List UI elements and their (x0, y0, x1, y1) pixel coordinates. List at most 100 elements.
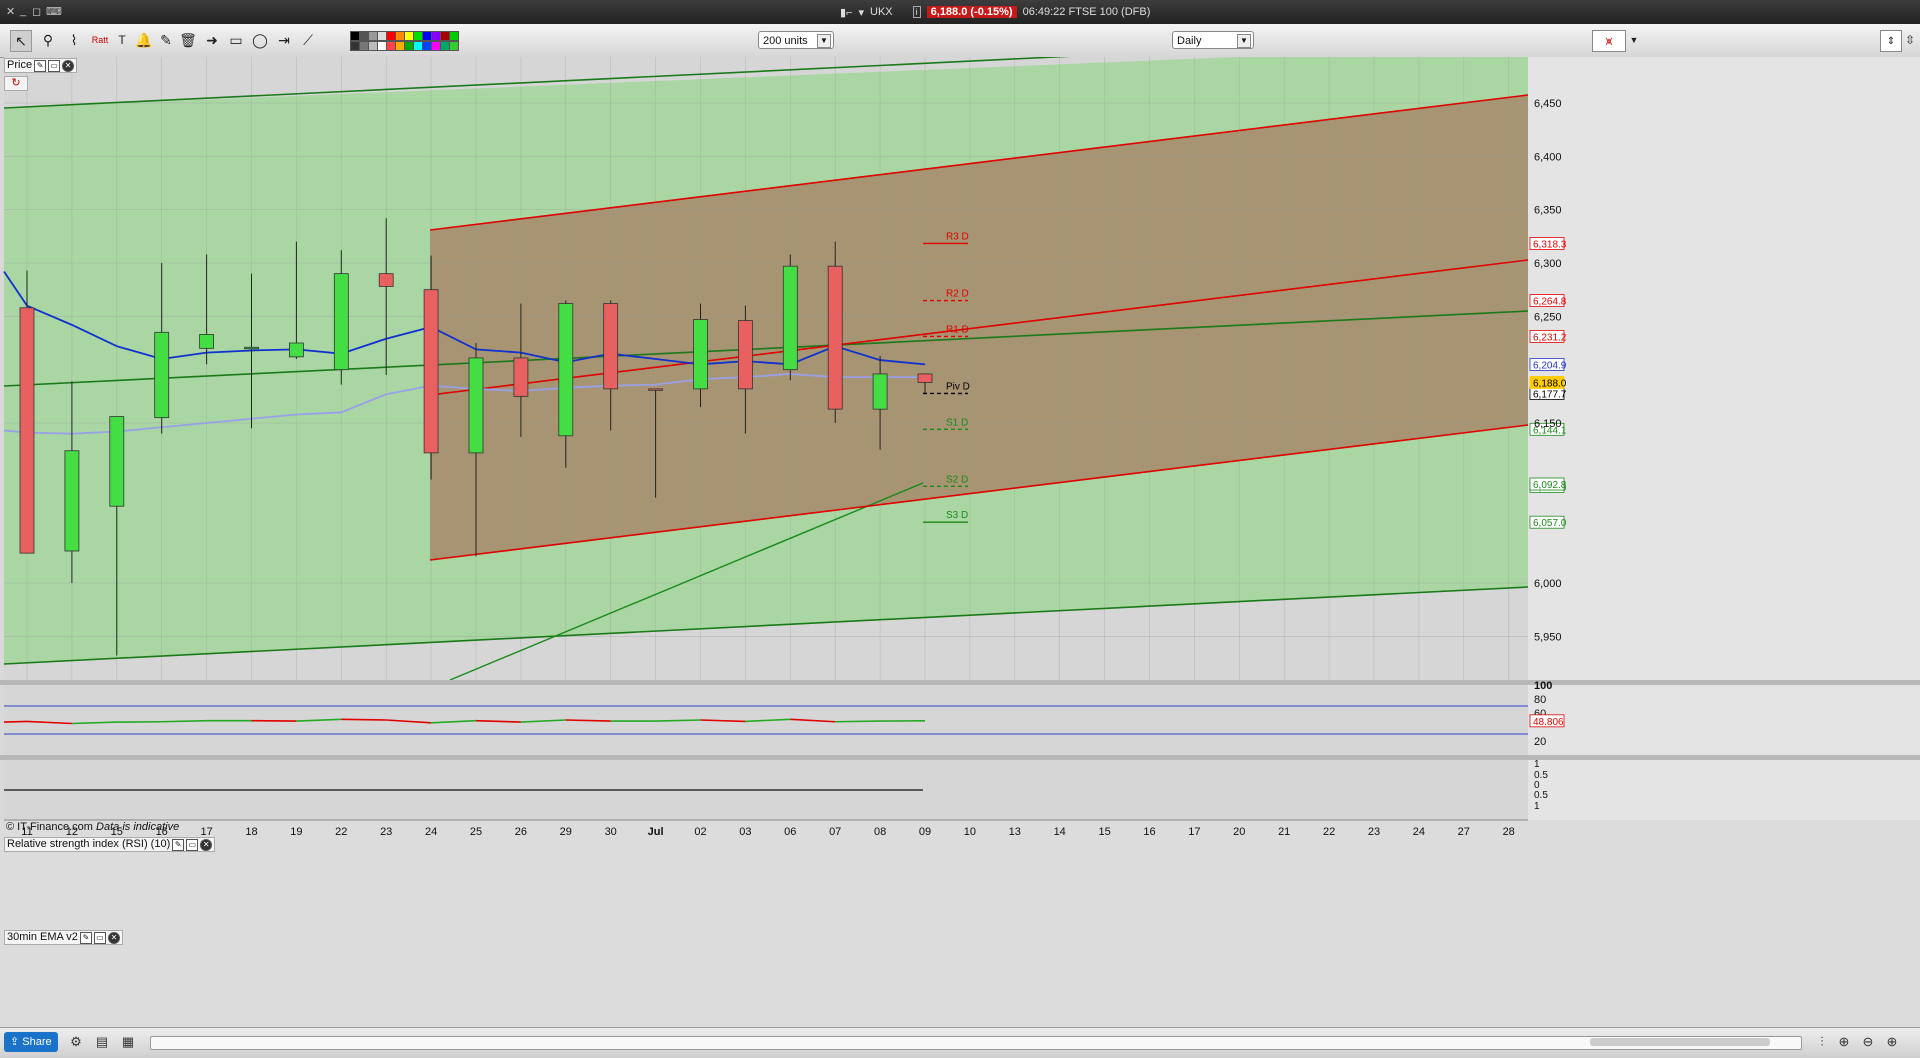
rectangle-icon[interactable]: ▭ (226, 30, 246, 50)
restore-window-icon[interactable]: ◻ (32, 5, 41, 18)
copyright-text: © IT-Finance.com (6, 821, 93, 833)
refresh-badge[interactable]: ↻ (4, 76, 28, 91)
candle-body (694, 320, 708, 389)
chevron-down-icon[interactable]: ▼ (817, 34, 831, 48)
expand-icon[interactable]: ⇕ (1880, 30, 1902, 52)
rsi-tick: 20 (1534, 736, 1546, 748)
hline-icon[interactable]: ⇥ (274, 30, 294, 50)
y-tick-label: 6,300 (1534, 258, 1562, 270)
chevron-down-icon[interactable]: ▼ (1237, 34, 1251, 48)
wrench-icon[interactable]: ✎ (172, 839, 184, 851)
wrench-icon[interactable]: ✎ (80, 932, 92, 944)
chart-settings-icon[interactable]: ⫶ (1814, 1034, 1830, 1050)
fib-icon[interactable]: Ratt (90, 30, 110, 50)
zoom-in-icon[interactable]: ⊕ (1884, 1034, 1900, 1050)
x-tick-label: 02 (694, 826, 706, 838)
grid-icon[interactable]: ▦ (120, 1034, 136, 1050)
rsi-tick: 100 (1534, 680, 1552, 692)
chart-area[interactable]: R3 D6,318.3R2 D6,264.8R1 D6,231.2Piv D6,… (0, 57, 1920, 1027)
price-panel-label: Price (7, 59, 32, 72)
copyright-notice: © IT-Finance.com Data is indicative (6, 821, 179, 833)
minimize-window-icon[interactable]: _ (20, 5, 26, 17)
info-icon[interactable]: i (913, 6, 921, 18)
zoom-fit-icon[interactable]: ⊕ (1836, 1034, 1852, 1050)
rsi-segment (162, 721, 207, 722)
units-select-value: 200 units (763, 35, 808, 47)
alert-bell-icon[interactable]: 🔔 (134, 30, 154, 50)
rsi-segment (566, 720, 611, 721)
candle-body (155, 332, 169, 417)
candle-body (828, 266, 842, 409)
price-box-text: 6,177.7 (1533, 389, 1567, 400)
candle-body (289, 343, 303, 357)
zoom-out-icon[interactable]: ⊖ (1860, 1034, 1876, 1050)
price-box-text: 6,188.0 (1533, 378, 1567, 389)
x-tick-label: 29 (560, 826, 572, 838)
zoom-icon[interactable]: ⚲ (38, 30, 58, 50)
rsi-tick: 80 (1534, 694, 1546, 706)
keyboard-icon[interactable]: ⌨ (46, 5, 62, 18)
chart-type-icon[interactable]: ⩙ (1592, 30, 1626, 52)
color-swatch[interactable] (449, 41, 459, 51)
rsi-panel-header: Relative strength index (RSI) (10) ✎ ▭ ✕ (4, 837, 215, 852)
x-tick-label: 21 (1278, 826, 1290, 838)
layout-icon[interactable]: ▤ (94, 1034, 110, 1050)
chevron-down-icon[interactable]: ▼ (1624, 30, 1644, 50)
ruler-icon[interactable]: ✎ (156, 30, 176, 50)
pivot-label: R3 D (946, 231, 969, 242)
pivot-label: Piv D (946, 381, 970, 392)
window-icon[interactable]: ▭ (48, 60, 60, 72)
units-select[interactable]: 200 units ▼ (758, 31, 834, 49)
price-box-text: 6,264.8 (1533, 297, 1567, 308)
rsi-value-text: 48.806 (1533, 717, 1564, 728)
horizontal-scrollbar[interactable] (150, 1036, 1802, 1050)
indicator-icon[interactable]: ⌇ (64, 30, 84, 50)
price-panel-header: Price ✎ ▭ ✕ (4, 58, 77, 73)
close-icon[interactable]: ✕ (200, 839, 212, 851)
settings-icon[interactable]: ⚙ (68, 1034, 84, 1050)
instrument-icon: ▮⌐ (840, 6, 852, 19)
y-tick-label: 6,250 (1534, 311, 1562, 323)
candle-body (738, 321, 752, 389)
price-box-text: 6,057.0 (1533, 518, 1567, 529)
scrollbar-thumb[interactable] (1590, 1038, 1770, 1046)
scroll-icon[interactable]: ⇳ (1900, 30, 1920, 50)
refresh-icon[interactable]: ↻ (11, 77, 20, 90)
window-icon[interactable]: ▭ (94, 932, 106, 944)
x-tick-label: 22 (335, 826, 347, 838)
x-axis-bg (0, 820, 1920, 1027)
wrench-icon[interactable]: ✎ (34, 60, 46, 72)
arrow-icon[interactable]: ➜ (202, 30, 222, 50)
x-tick-label: 27 (1458, 826, 1470, 838)
candle-body (334, 274, 348, 370)
x-tick-label: 23 (380, 826, 392, 838)
close-icon[interactable]: ✕ (108, 932, 120, 944)
trash-icon[interactable]: 🗑 (178, 30, 198, 50)
pointer-icon[interactable]: ↖ (10, 30, 32, 52)
close-icon[interactable]: ✕ (62, 60, 74, 72)
interval-select[interactable]: Daily ▼ (1172, 31, 1254, 49)
text-icon[interactable]: T (112, 30, 132, 50)
price-badge: 6,188.0 (-0.15%) (927, 6, 1017, 18)
pivot-label: R1 D (946, 324, 969, 335)
price-box-text: 6,092.8 (1533, 480, 1567, 491)
chevron-down-icon[interactable]: ▾ (858, 6, 864, 19)
drawing-toolbar: ↖ ⚲ ⌇ Ratt T 🔔 ✎ 🗑 ➜ ▭ ◯ ⇥ ⟋ 200 units ▼… (0, 24, 1920, 58)
ellipse-icon[interactable]: ◯ (250, 30, 270, 50)
candle-body (783, 266, 797, 369)
x-tick-label: 15 (1098, 826, 1110, 838)
candle-body (245, 347, 259, 349)
trendline-icon[interactable]: ⟋ (298, 30, 318, 50)
candle-body (20, 308, 34, 553)
y-tick-label: 6,450 (1534, 98, 1562, 110)
share-button[interactable]: ⇪ Share (4, 1032, 58, 1052)
x-tick-label: 16 (1143, 826, 1155, 838)
time-instrument-label: 06:49:22 FTSE 100 (DFB) (1023, 6, 1151, 18)
x-tick-label: 26 (515, 826, 527, 838)
x-tick-label: 08 (874, 826, 886, 838)
close-window-icon[interactable]: ✕ (6, 5, 15, 18)
candle-body (379, 274, 393, 287)
x-tick-label: 07 (829, 826, 841, 838)
window-icon[interactable]: ▭ (186, 839, 198, 851)
color-swatch[interactable] (449, 31, 459, 41)
